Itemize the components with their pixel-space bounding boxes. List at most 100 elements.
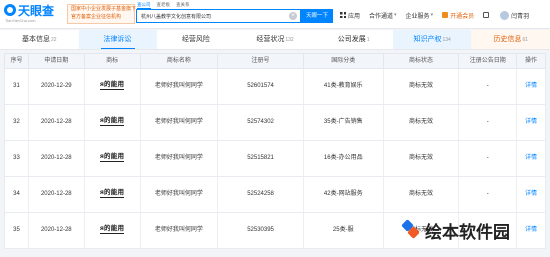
nav-enterprise[interactable]: 企业服务 ▾ (406, 11, 434, 20)
cell-name: 老师好我叫何同学 (141, 105, 219, 140)
detail-link[interactable]: 详情 (517, 105, 545, 140)
cell-date: 2020-12-28 (29, 213, 85, 248)
tab-count: 134 (442, 37, 451, 43)
cell-class: 35类-广告销售 (304, 105, 384, 140)
watermark-text: 绘本软件园 (425, 222, 510, 242)
search-button[interactable]: 天眼一下 (301, 9, 333, 23)
cell-class: 25类-服 (304, 213, 384, 248)
trademark-image: я的能用 (100, 116, 125, 126)
col-mark-name: 商标名称 (141, 54, 219, 68)
tab-label: 公司发展 (337, 36, 366, 43)
tab-label: 基本信息 (22, 36, 50, 43)
nav-partner-label: 合作通道 (369, 13, 394, 20)
cell-class: 41类-教育娱乐 (304, 69, 384, 104)
cell-index: 35 (5, 213, 29, 248)
nav-vip[interactable]: 开通会员 (442, 11, 474, 20)
logo[interactable]: 天眼查 TianYanCha.com (4, 3, 62, 25)
cell-index: 31 (5, 69, 29, 104)
cell-reg: 52524258 (218, 177, 304, 212)
cell-date: 2020-12-29 (29, 69, 85, 104)
cell-reg: 52530395 (218, 213, 304, 248)
tab-label: 经营状况 (256, 36, 285, 43)
cell-mark[interactable]: я的能用 (85, 213, 141, 248)
cell-date: 2020-12-28 (29, 141, 85, 176)
top-bar: 天眼查 TianYanCha.com 国家中小企业发展子基金旗下 官方备案企业征… (0, 0, 550, 29)
search-tab-boss[interactable]: 查老板 (157, 1, 171, 9)
cell-status: 商标无效 (384, 177, 460, 212)
user-name: 闫青羽 (511, 13, 530, 20)
cell-reg: 52574302 (218, 105, 304, 140)
cell-pub: - (459, 69, 518, 104)
cell-name: 老师好我叫何同学 (141, 69, 219, 104)
col-apply-date[interactable]: 申请日期 (29, 54, 85, 68)
col-index: 序号 (5, 54, 29, 68)
watermark-logo-icon (401, 219, 420, 239)
col-status: 商标状态 (384, 54, 460, 68)
trademark-image: я的能用 (100, 188, 125, 198)
cell-class: 42类-网站服务 (304, 177, 384, 212)
promo-line-1: 国家中小企业发展子基金旗下 (71, 6, 137, 12)
cell-index: 33 (5, 141, 29, 176)
tab-history[interactable]: 历史信息61 (471, 30, 550, 49)
cell-status: 商标无效 (384, 105, 460, 140)
table-row: 33 2020-12-28 я的能用 老师好我叫何同学 52515821 16类… (4, 141, 546, 177)
tab-label: 法律诉讼 (103, 36, 132, 43)
cell-status: 商标无效 (384, 141, 460, 176)
col-mark: 商标 (85, 54, 141, 68)
tab-count: 132 (285, 37, 294, 43)
search-tab-relation[interactable]: 查关系 (176, 1, 190, 9)
search-input[interactable] (137, 10, 287, 22)
trademark-image: я的能用 (100, 80, 125, 90)
eye-logo-icon (4, 4, 16, 16)
tab-count: 61 (522, 37, 529, 43)
logo-text: 天眼查 (18, 4, 55, 18)
cell-name: 老师好我叫何同学 (141, 141, 219, 176)
promo-banner[interactable]: 国家中小企业发展子基金旗下 官方备案企业征信机构 (67, 4, 137, 24)
nav-apps[interactable]: 应用 (340, 11, 360, 20)
cell-mark[interactable]: я的能用 (85, 141, 141, 176)
tab-ip[interactable]: 知识产权134 (392, 30, 472, 49)
watermark: 绘本软件园 (401, 213, 543, 247)
nav-vip-label: 开通会员 (450, 13, 475, 20)
grid-icon (340, 12, 346, 18)
cell-reg: 52515821 (218, 141, 304, 176)
avatar (500, 10, 510, 20)
nav-user[interactable]: 闫青羽 (500, 10, 530, 20)
tab-risk[interactable]: 经营风险 (157, 30, 236, 49)
col-pub-date: 注册公告日期 (459, 54, 518, 68)
tab-label: 历史信息 (493, 36, 522, 43)
tab-legal[interactable]: 法律诉讼 (78, 30, 158, 49)
search-type-tabs: 查公司 查老板 查关系 (137, 1, 190, 9)
cell-date: 2020-12-28 (29, 105, 85, 140)
company-tabs: 基本信息22 法律诉讼 经营风险 经营状况132 公司发展1 知识产权134 历… (0, 30, 550, 50)
table-row: 31 2020-12-29 я的能用 老师好我叫何同学 52601574 41类… (4, 69, 546, 105)
cell-mark[interactable]: я的能用 (85, 105, 141, 140)
col-class: 国际分类 (304, 54, 384, 68)
tab-operation[interactable]: 经营状况132 (236, 30, 315, 49)
cell-name: 老师好我叫何同学 (141, 213, 219, 248)
cell-name: 老师好我叫何同学 (141, 177, 219, 212)
cell-index: 34 (5, 177, 29, 212)
nav-partner[interactable]: 合作通道 ▾ (369, 11, 397, 20)
tab-label: 知识产权 (413, 36, 442, 43)
cell-class: 16类-办公用品 (304, 141, 384, 176)
tab-development[interactable]: 公司发展1 (314, 30, 393, 49)
cell-mark[interactable]: я的能用 (85, 69, 141, 104)
cell-index: 32 (5, 105, 29, 140)
nav-apps-label: 应用 (348, 13, 361, 20)
nav-messages[interactable] (483, 12, 491, 18)
cell-mark[interactable]: я的能用 (85, 177, 141, 212)
col-action: 操作 (525, 58, 538, 64)
trademark-image: я的能用 (100, 152, 125, 162)
detail-link[interactable]: 详情 (517, 177, 545, 212)
cell-pub: - (459, 141, 518, 176)
search-tab-company[interactable]: 查公司 (137, 1, 151, 9)
detail-link[interactable]: 详情 (517, 141, 545, 176)
trademark-image: я的能用 (100, 224, 125, 234)
clear-icon[interactable]: × (289, 12, 297, 20)
tab-basic-info[interactable]: 基本信息22 (0, 30, 79, 49)
col-reg-no: 注册号 (218, 54, 304, 68)
detail-link[interactable]: 详情 (517, 69, 545, 104)
logo-subtitle: TianYanCha.com (5, 18, 36, 23)
cell-status: 商标无效 (384, 69, 460, 104)
